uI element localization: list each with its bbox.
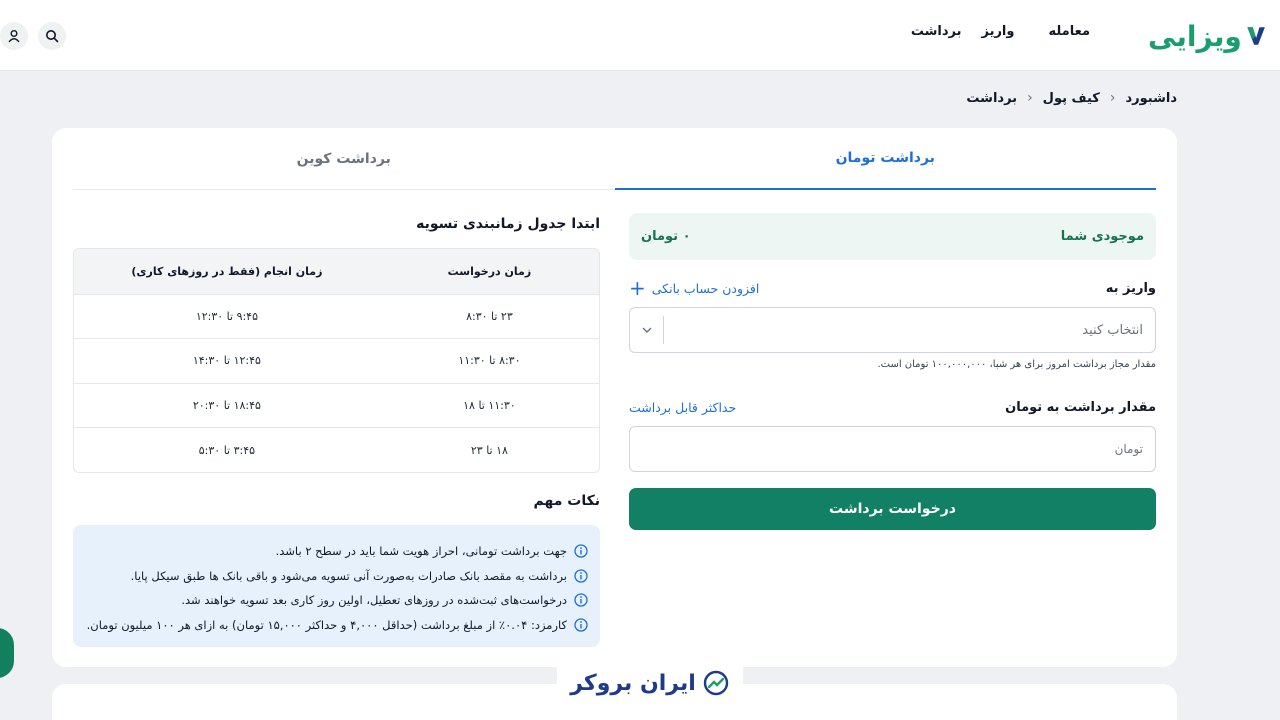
nav-withdraw[interactable]: برداشت [911, 24, 962, 39]
info-icon [574, 618, 588, 632]
plus-icon: + [629, 276, 646, 300]
notes-box: جهت برداشت تومانی، احراز هویت شما باید د… [73, 524, 600, 647]
settlement-info: ابتدا جدول زمانبندی تسویه زمان درخواست ز… [73, 216, 600, 647]
nav-deposit[interactable]: واریز [981, 24, 1014, 39]
withdraw-form: موجودی شما ۰ تومان واریز به افزودن حساب … [629, 213, 1156, 530]
amount-row: مقدار برداشت به تومان حداکثر قابل برداشت [629, 398, 1156, 416]
watermark-text: ایران بروکر [570, 670, 696, 696]
note-text: برداشت به مقصد بانک صادرات به‌صورت آنی ت… [130, 568, 567, 583]
support-chat-button[interactable] [0, 628, 14, 678]
info-icon [574, 544, 588, 558]
daily-limit-hint: مقدار مجاز برداشت امروز برای هر شبا، ۱۰۰… [877, 359, 1156, 370]
table-cell: ۱۸ تا ۲۳ [470, 443, 508, 457]
column-header-request-time: زمان درخواست [447, 264, 532, 278]
column-header-execution-time: زمان انجام (فقط در روزهای کاری) [131, 264, 323, 278]
table-row: ۲۳ تا ۸:۳۰ ۹:۴۵ تا ۱۲:۳۰ [74, 293, 599, 339]
user-button[interactable] [0, 22, 28, 50]
max-withdraw-link[interactable]: حداکثر قابل برداشت [629, 400, 736, 415]
chevron-left-icon: ‹ [1027, 90, 1033, 106]
table-cell: ۱۱:۳۰ تا ۱۸ [463, 399, 516, 413]
table-row: ۸:۳۰ تا ۱۱:۳۰ ۱۲:۴۵ تا ۱۴:۳۰ [74, 338, 599, 383]
add-bank-account-link[interactable]: افزودن حساب بانکی + [629, 276, 760, 300]
table-row: ۱۸ تا ۲۳ ۳:۴۵ تا ۵:۳۰ [74, 427, 599, 472]
balance-box: موجودی شما ۰ تومان [629, 213, 1156, 260]
table-cell: ۹:۴۵ تا ۱۲:۳۰ [195, 309, 258, 323]
deposit-row: واریز به افزودن حساب بانکی + [629, 276, 1156, 300]
bank-account-placeholder: انتخاب کنید [1082, 322, 1143, 338]
logo-text: ویزایی [1148, 19, 1242, 53]
search-button[interactable] [38, 22, 66, 50]
breadcrumb-wallet[interactable]: کیف پول [1043, 91, 1100, 106]
balance-label: موجودی شما [1060, 229, 1144, 244]
list-item: درخواست‌های ثبت‌شده در روزهای تعطیل، اول… [85, 588, 588, 613]
search-icon [46, 30, 59, 43]
logo-mark-icon [1247, 27, 1265, 45]
watermark: ایران بروکر [557, 662, 743, 704]
amount-label: مقدار برداشت به تومان [1005, 399, 1156, 415]
nav-trade[interactable]: معامله [1048, 24, 1090, 39]
table-cell: ۸:۳۰ تا ۱۱:۳۰ [458, 354, 521, 368]
list-item: برداشت به مقصد بانک صادرات به‌صورت آنی ت… [85, 563, 588, 588]
table-cell: ۲۳ تا ۸:۳۰ [466, 309, 513, 323]
chevron-left-icon: ‹ [1109, 90, 1116, 106]
schedule-title: ابتدا جدول زمانبندی تسویه [416, 216, 600, 232]
list-item: کارمزد: ۰.۰۴٪ از مبلغ برداشت (حداقل ۴,۰۰… [85, 612, 588, 637]
table-header-row: زمان درخواست زمان انجام (فقط در روزهای ک… [74, 249, 599, 294]
table-row: ۱۱:۳۰ تا ۱۸ ۱۸:۴۵ تا ۲۰:۳۰ [74, 382, 599, 428]
main-nav: معامله واریز برداشت [911, 24, 1090, 39]
table-cell: ۱۲:۴۵ تا ۱۴:۳۰ [192, 354, 261, 368]
deposit-label: واریز به [1105, 280, 1156, 296]
info-icon [574, 569, 588, 583]
table-cell: ۳:۴۵ تا ۵:۳۰ [198, 443, 256, 457]
chevron-down-icon [630, 316, 664, 344]
breadcrumb-dashboard[interactable]: داشبورد [1125, 91, 1177, 106]
logo[interactable]: ویزایی [1148, 14, 1266, 58]
request-withdraw-button[interactable]: درخواست برداشت [629, 488, 1156, 530]
bank-account-select[interactable]: انتخاب کنید [629, 307, 1156, 353]
trend-up-icon [703, 670, 728, 696]
info-icon [574, 593, 588, 607]
tab-toman-withdraw[interactable]: برداشت تومان [614, 128, 1156, 190]
note-text: درخواست‌های ثبت‌شده در روزهای تعطیل، اول… [181, 593, 567, 608]
withdraw-tabs: برداشت تومان برداشت کوین [73, 128, 1156, 190]
tab-coin-withdraw[interactable]: برداشت کوین [73, 128, 615, 190]
user-icon [8, 30, 20, 43]
top-header: ویزایی معامله واریز برداشت [0, 0, 1280, 71]
balance-value: ۰ تومان [641, 229, 691, 244]
breadcrumb: داشبورد ‹ کیف پول ‹ برداشت [966, 90, 1177, 106]
list-item: جهت برداشت تومانی، احراز هویت شما باید د… [85, 539, 588, 564]
amount-input[interactable] [629, 426, 1156, 472]
schedule-table: زمان درخواست زمان انجام (فقط در روزهای ک… [73, 248, 600, 473]
withdraw-card: برداشت تومان برداشت کوین موجودی شما ۰ تو… [52, 128, 1177, 667]
notes-title: نکات مهم [533, 492, 601, 509]
add-bank-account-label: افزودن حساب بانکی [651, 280, 760, 296]
breadcrumb-withdraw: برداشت [966, 90, 1018, 106]
table-cell: ۱۸:۴۵ تا ۲۰:۳۰ [192, 399, 261, 413]
note-text: جهت برداشت تومانی، احراز هویت شما باید د… [275, 544, 567, 559]
note-text: کارمزد: ۰.۰۴٪ از مبلغ برداشت (حداقل ۴,۰۰… [86, 617, 567, 632]
